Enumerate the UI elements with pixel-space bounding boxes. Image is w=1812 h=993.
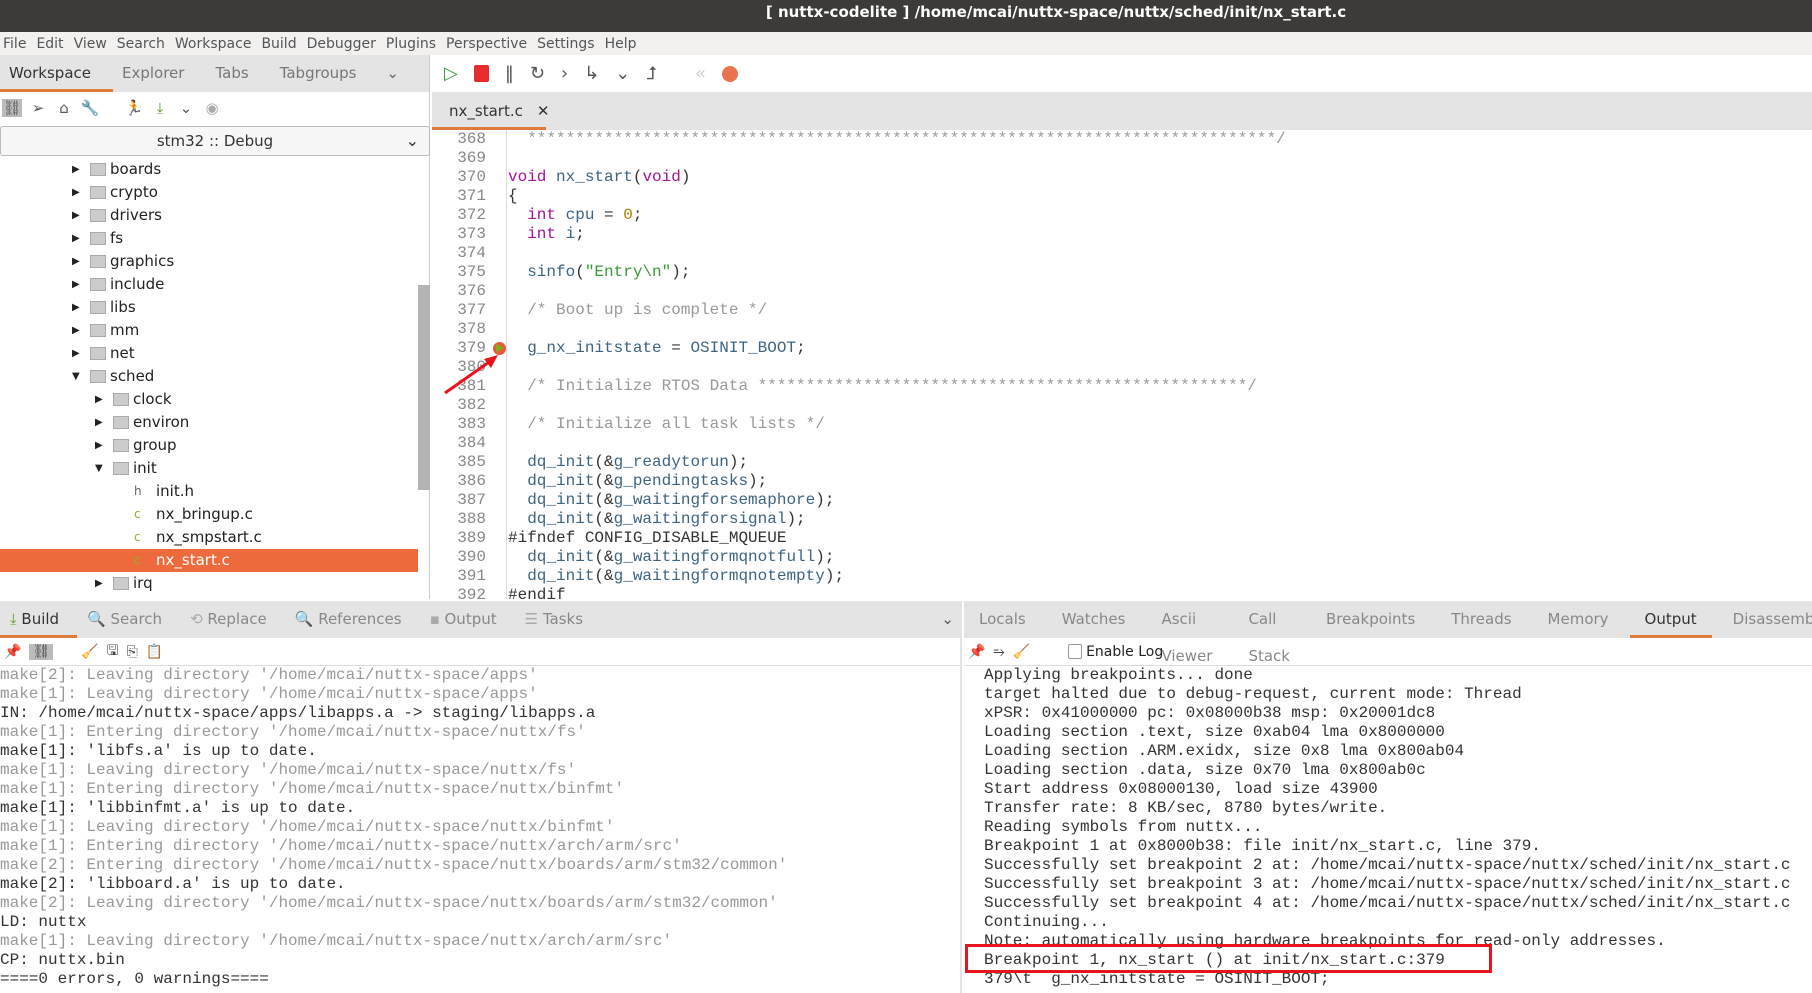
annotation-arrow-head (484, 355, 498, 368)
annotation-arrow (444, 355, 498, 395)
annotation-arrow-line (444, 358, 493, 395)
